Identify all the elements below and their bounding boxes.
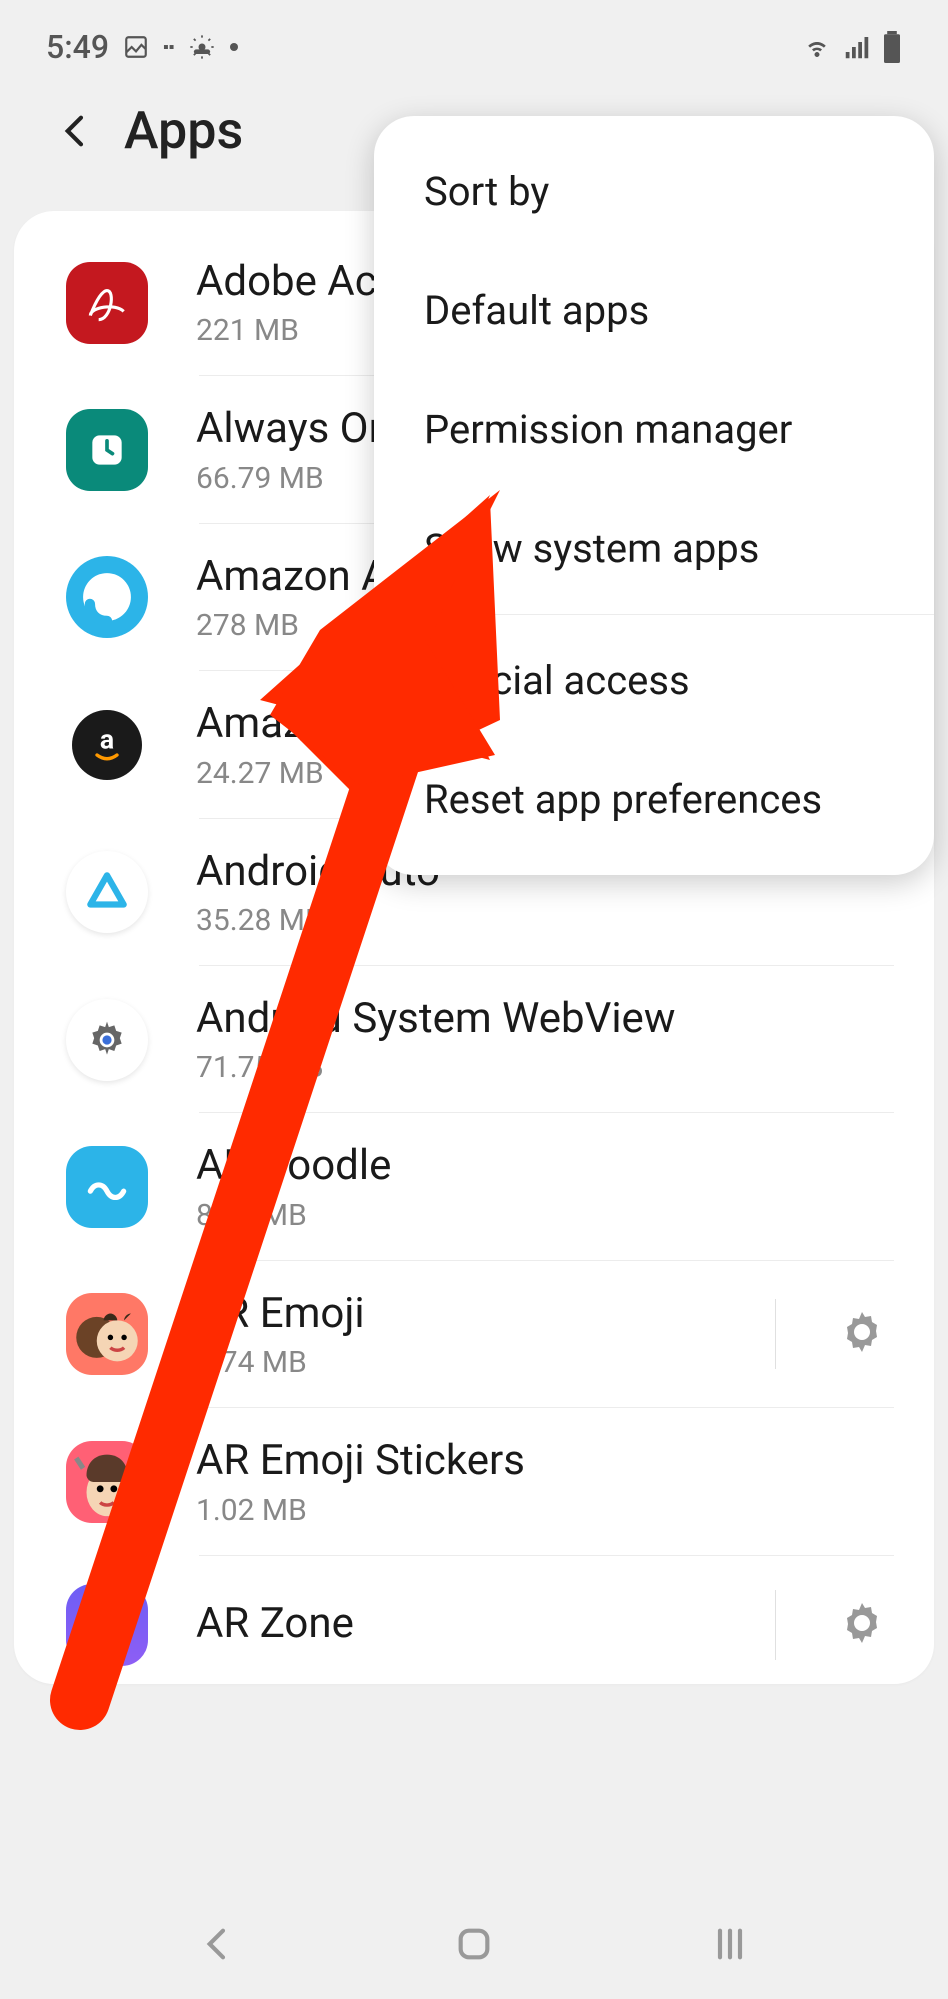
app-size: 8.53 MB [196,1198,886,1233]
doodle-icon [66,1146,148,1228]
menu-default-apps[interactable]: Default apps [374,251,934,370]
menu-permission-manager[interactable]: Permission manager [374,370,934,489]
menu-sort-by[interactable]: Sort by [374,132,934,251]
menu-reset-app-preferences[interactable]: Reset app preferences [374,740,934,859]
app-size: 35.28 MB [196,903,886,938]
app-size: 1.02 MB [196,1493,886,1528]
menu-divider [374,614,934,615]
list-item[interactable]: AR Emoji Stickers 1.02 MB [14,1408,934,1555]
android-auto-icon [66,851,148,933]
battery-icon [882,31,902,63]
clock-icon [66,409,148,491]
menu-special-access[interactable]: Special access [374,621,934,740]
emoji-sticker-icon [66,1441,148,1523]
svg-text:a: a [100,725,114,755]
app-size: 1.74 MB [196,1345,775,1380]
amazon-icon: a [72,710,142,780]
list-item[interactable]: AR Emoji 1.74 MB [14,1261,934,1408]
adobe-icon [66,262,148,344]
list-item[interactable]: AR Doodle 8.53 MB [14,1113,934,1260]
settings-gear-button[interactable] [808,1599,886,1651]
arzone-icon: AR [66,1584,148,1666]
alexa-icon [66,556,148,638]
app-name: AR Emoji Stickers [196,1436,886,1486]
overflow-menu: Sort by Default apps Permission manager … [374,116,934,875]
hbo-icon: ▪▪ [163,37,174,57]
signal-icon [842,32,872,62]
page-title: Apps [124,100,243,161]
settings-gear-button[interactable] [808,1308,886,1360]
gear-icon [66,999,148,1081]
status-time: 5:49 [46,28,109,66]
menu-show-system-apps[interactable]: Show system apps [374,489,934,608]
nav-home-button[interactable] [454,1924,494,1964]
emoji-icon [66,1293,148,1375]
back-button[interactable] [46,101,106,161]
list-item[interactable]: Android System WebView 71.75 MB [14,966,934,1113]
divider [775,1590,776,1660]
dot-icon [230,43,238,51]
nav-recents-button[interactable] [710,1924,750,1964]
list-item[interactable]: AR AR Zone [14,1556,934,1666]
navigation-bar [0,1889,948,1999]
app-name: AR Zone [196,1599,775,1649]
divider [775,1299,776,1369]
weather-icon [188,33,216,61]
app-name: AR Emoji [196,1289,775,1339]
app-name: Android System WebView [196,994,886,1044]
status-bar: 5:49 ▪▪ [0,0,948,76]
wifi-icon [802,32,832,62]
app-name: AR Doodle [196,1141,886,1191]
picture-icon [123,34,149,60]
nav-back-button[interactable] [198,1924,238,1964]
app-size: 71.75 MB [196,1050,886,1085]
